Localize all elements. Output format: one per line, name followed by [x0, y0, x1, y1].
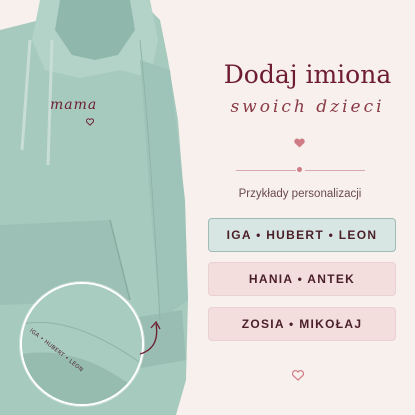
- name-example-card[interactable]: HANIA • ANTEK: [208, 262, 396, 296]
- divider-heart-icon: [294, 138, 305, 148]
- divider-dot: [297, 167, 302, 172]
- name-example-card[interactable]: IGA • HUBERT • LEON: [208, 218, 396, 252]
- chest-embroidery-text: mama: [50, 97, 98, 113]
- sleeve-zoom-circle: IGA • HUBERT • LEON: [20, 282, 144, 406]
- headline-title: Dodaj imiona: [223, 60, 392, 89]
- bottom-heart-icon: [292, 370, 304, 381]
- hoodie-illustration: mama IGA • HUBERT • LEON: [0, 0, 200, 415]
- examples-label: Przykłady personalizacji: [238, 188, 362, 200]
- headline-subtitle: swoich dzieci: [230, 97, 385, 117]
- product-banner: mama IGA • HUBERT • LEON Dodaj imiona sw…: [0, 0, 415, 415]
- curved-arrow-icon: [139, 320, 161, 355]
- sleeve-closeup-image: [22, 284, 142, 404]
- divider-line-left: [236, 170, 296, 171]
- heart-icon: [86, 118, 94, 126]
- divider-line-right: [305, 170, 365, 171]
- name-example-card[interactable]: ZOSIA • MIKOŁAJ: [208, 307, 396, 341]
